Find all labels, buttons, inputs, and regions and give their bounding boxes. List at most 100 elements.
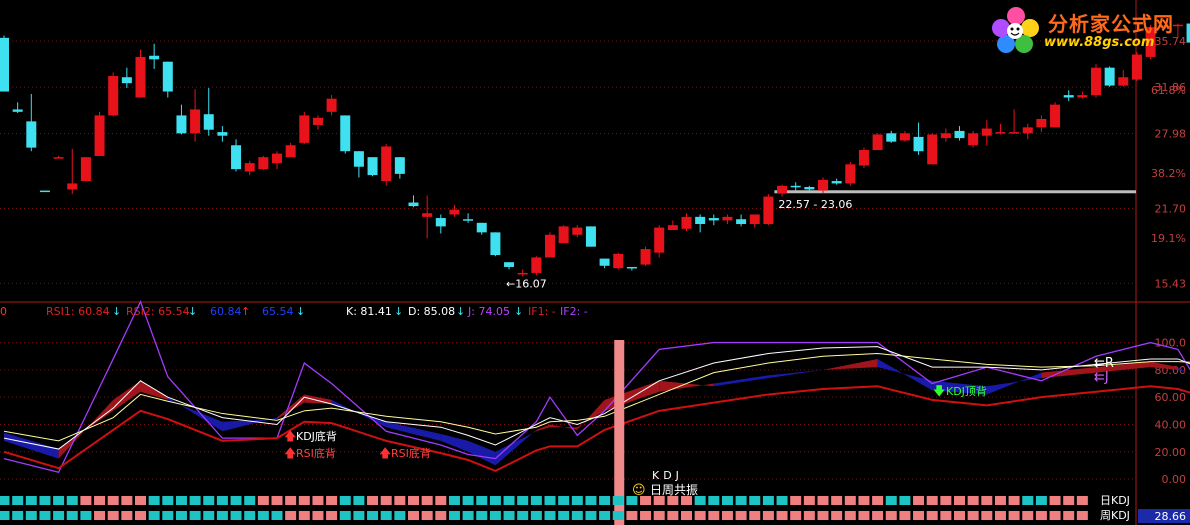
weekly-kdj-square [899,511,911,520]
weekly-kdj-square [121,511,133,520]
indicator-header-item: ↓ [112,305,121,318]
daily-kdj-square [967,496,979,505]
logo-title: 分析家公式网 [1048,12,1174,36]
candle-body [954,130,965,139]
fib-tick-label: 61.8% [1151,84,1186,97]
daily-kdj-square [735,496,747,505]
daily-kdj-square [298,496,310,505]
brand-logo: 分析家公式网 www.88gs.com [988,4,1188,54]
daily-kdj-square [994,496,1006,505]
weekly-kdj-square [913,511,925,520]
weekly-kdj-square [694,511,706,520]
daily-kdj-square [189,496,201,505]
weekly-kdj-square [203,511,215,520]
daily-kdj-square [762,496,774,505]
weekly-kdj-square [271,511,283,520]
candle-body [899,133,910,141]
candle-body [244,163,255,172]
candle-body [408,202,419,207]
buy-arrow-icon: 🡅 [284,446,296,460]
weekly-kdj-square [367,511,379,520]
candle-body [708,218,719,221]
weekly-kdj-square [790,511,802,520]
candle-body [585,226,596,247]
indicator-header-item: ↓ [394,305,403,318]
indicator-header-item: ↓ [514,305,523,318]
candle-body [490,232,501,256]
daily-kdj-square [339,496,351,505]
daily-kdj-square [721,496,733,505]
rsi-ribbon-segment [659,380,714,392]
candle-body [968,133,979,146]
weekly-kdj-square [954,511,965,520]
daily-kdj-square [517,496,529,505]
candle-body [203,114,214,130]
weekly-kdj-label: 周KDJ [1100,509,1130,522]
weekly-kdj-square [994,511,1006,520]
daily-kdj-square [1063,496,1075,505]
weekly-kdj-square [530,511,542,520]
daily-kdj-square [244,496,256,505]
candle-body [176,115,187,134]
candle-body [1077,95,1088,98]
candle-body [394,157,405,174]
daily-kdj-square [435,496,447,505]
candle-body [1009,132,1020,134]
candle-body [763,196,774,225]
flower-logo-icon [992,7,1039,53]
weekly-kdj-square [1049,511,1061,520]
price-tick-label: 27.98 [1155,128,1187,141]
candle-body [121,77,132,84]
candle-body [217,132,228,136]
candle-body [0,37,9,92]
candle-body [872,134,883,151]
candle-body [272,153,282,164]
osc-tick-label: 0.00 [1162,473,1187,486]
weekly-kdj-square [107,511,119,520]
weekly-kdj-square [967,511,979,520]
weekly-kdj-square [135,511,146,520]
candle-body [108,76,119,116]
daily-kdj-square [585,496,597,505]
candle-body [53,157,64,159]
osc-tick-label: 40.00 [1155,418,1187,431]
candle-body [1036,118,1047,128]
daily-kdj-square [858,496,870,505]
daily-kdj-square [53,496,65,505]
daily-kdj-square [285,496,297,505]
rsi-bottom-signal: RSI底背 [296,446,336,460]
weekly-kdj-square [448,511,460,520]
daily-kdj-square [1049,496,1061,505]
kdj-rsi-chart-window: 35.74 31.86 27.98 21.70 15.43 61.8% 38.2% 19.1%… [0,0,1190,525]
buy-arrow-icon: 🡅 [284,429,296,443]
daily-kdj-square [476,496,488,505]
daily-kdj-square [380,496,392,505]
daily-kdj-square [599,496,611,505]
smiley-icon: ☺ [632,483,646,498]
weekly-kdj-square [380,511,392,520]
candle-body [504,262,515,267]
weekly-kdj-square [708,511,720,520]
osc-tick-label: 20.00 [1155,446,1187,459]
daily-kdj-square [612,496,624,505]
weekly-kdj-square [80,511,92,520]
candle-body [1104,67,1115,86]
candle-body [463,219,474,221]
daily-kdj-square [940,496,952,505]
kdj-top-signal: KDJ顶背 [946,384,987,398]
daily-kdj-square [926,496,938,505]
weekly-kdj-square [981,511,993,520]
daily-kdj-square [571,496,583,505]
weekly-kdj-square [244,511,256,520]
weekly-kdj-square [394,511,406,520]
candle-body [381,146,392,182]
weekly-kdj-square [1022,511,1034,520]
weekly-kdj-square [489,511,501,520]
chart-canvas[interactable]: 35.7431.8627.9821.7015.4361.8%38.2%19.1%… [0,0,1190,525]
candle-body [845,164,856,184]
kdj-j-line [3,299,1190,474]
weekly-kdj-square [175,511,187,520]
daily-kdj-square [708,496,720,505]
candle-body [804,187,815,190]
candle-body [149,55,160,60]
